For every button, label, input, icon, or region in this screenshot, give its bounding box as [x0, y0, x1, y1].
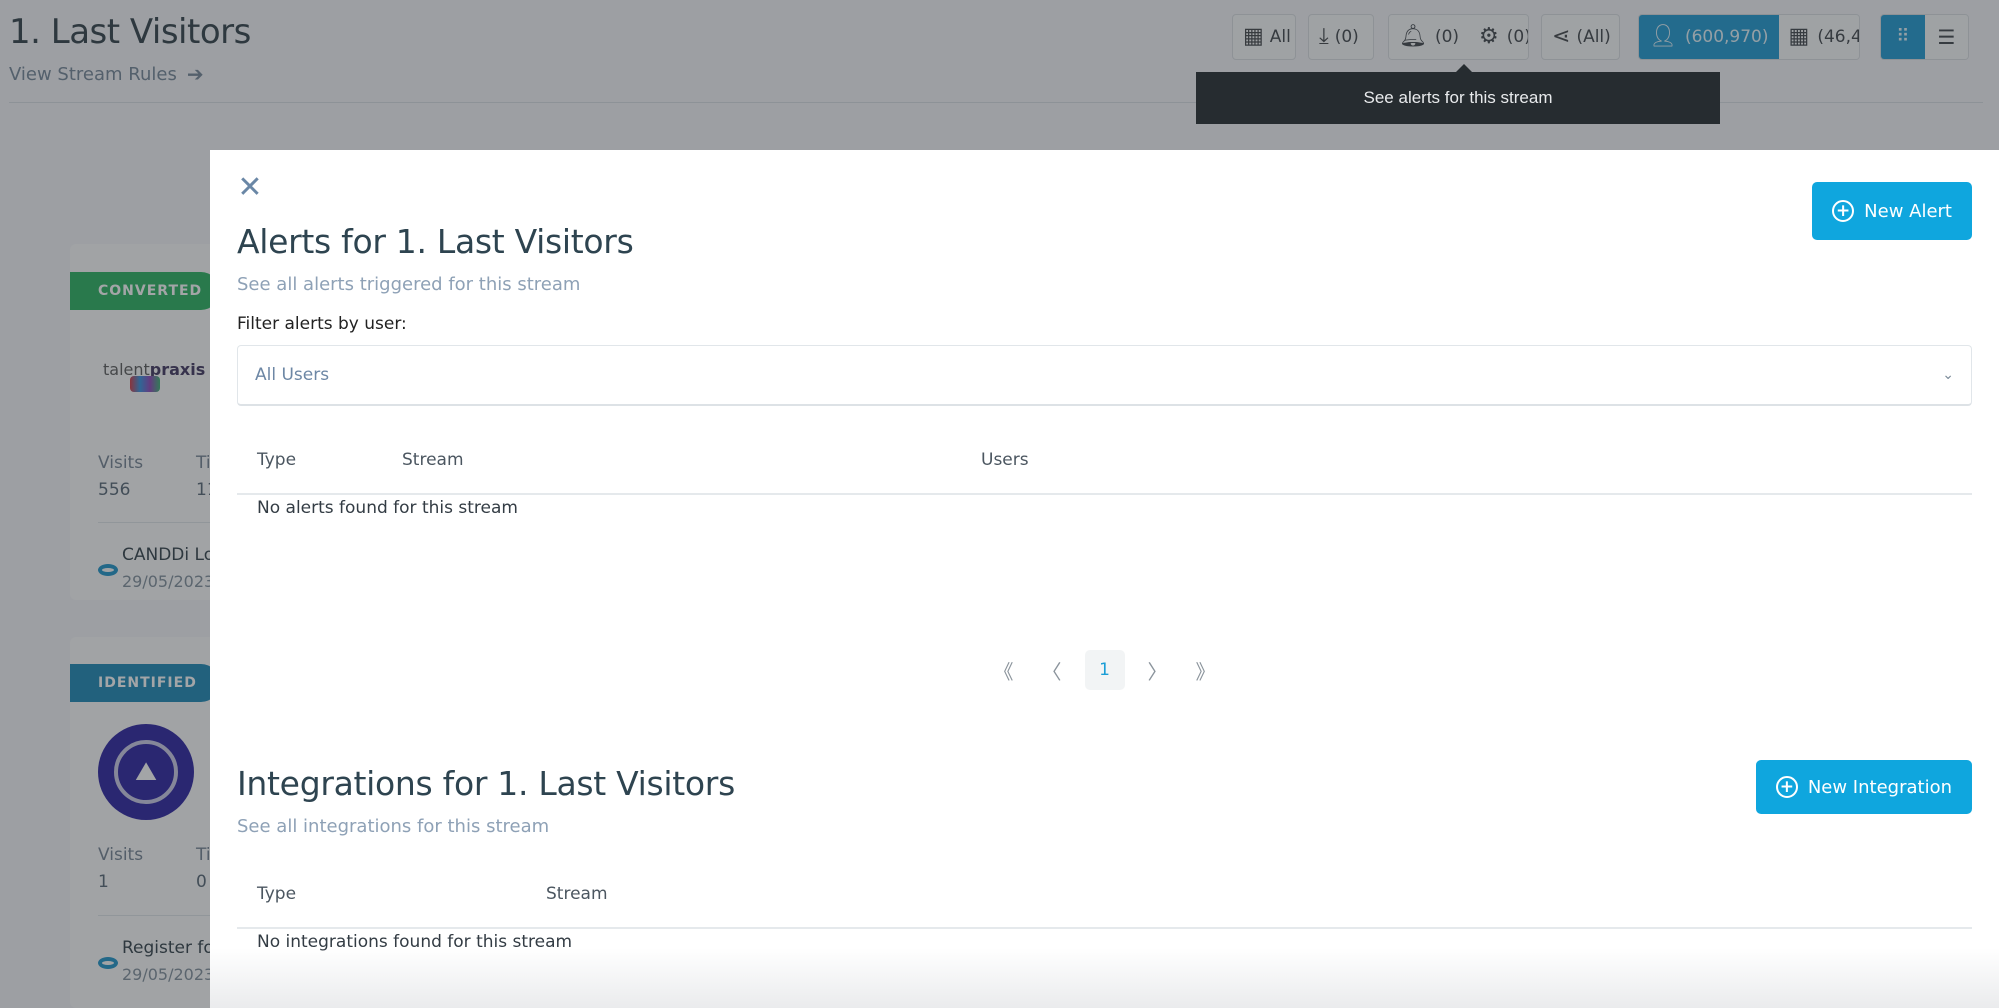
first-page-button[interactable]: 《 — [989, 656, 1019, 685]
user-filter-select[interactable]: All Users ⌄ — [237, 345, 1972, 406]
alerts-table-header: Type Stream Users — [237, 442, 1972, 482]
column-stream: Stream — [402, 450, 464, 470]
new-integration-label: New Integration — [1807, 776, 1952, 798]
new-alert-label: New Alert — [1864, 200, 1952, 222]
alerts-tooltip: See alerts for this stream — [1196, 64, 1720, 124]
filter-label: Filter alerts by user: — [237, 314, 407, 334]
table-divider — [237, 927, 1972, 929]
alerts-integrations-modal: ✕ Alerts for 1. Last Visitors See all al… — [210, 150, 1999, 1008]
page-1-button[interactable]: 1 — [1084, 650, 1125, 690]
column-type: Type — [257, 450, 297, 470]
user-filter-value: All Users — [255, 365, 330, 385]
close-icon[interactable]: ✕ — [236, 173, 264, 203]
plus-circle-icon: + — [1775, 776, 1798, 798]
integrations-subtitle: See all integrations for this stream — [237, 816, 550, 837]
alerts-empty-message: No alerts found for this stream — [257, 498, 518, 518]
integrations-title: Integrations for 1. Last Visitors — [237, 764, 735, 803]
chevron-down-icon: ⌄ — [1942, 367, 1954, 383]
integrations-table-header: Type Stream — [237, 876, 1972, 916]
column-stream: Stream — [546, 884, 608, 904]
alerts-title: Alerts for 1. Last Visitors — [237, 222, 634, 261]
plus-circle-icon: + — [1832, 200, 1855, 222]
table-divider — [237, 493, 1972, 495]
column-type: Type — [257, 884, 297, 904]
last-page-button[interactable]: 》 — [1191, 656, 1221, 685]
alerts-pagination: 《 〈 1 〉 》 — [210, 650, 1999, 690]
scroll-fade — [210, 948, 1999, 1008]
new-integration-button[interactable]: + New Integration — [1755, 760, 1972, 814]
new-alert-button[interactable]: + New Alert — [1812, 182, 1972, 240]
alerts-subtitle: See all alerts triggered for this stream — [237, 274, 581, 295]
prev-page-button[interactable]: 〈 — [1037, 656, 1067, 685]
column-users: Users — [981, 450, 1029, 470]
next-page-button[interactable]: 〉 — [1143, 656, 1173, 685]
